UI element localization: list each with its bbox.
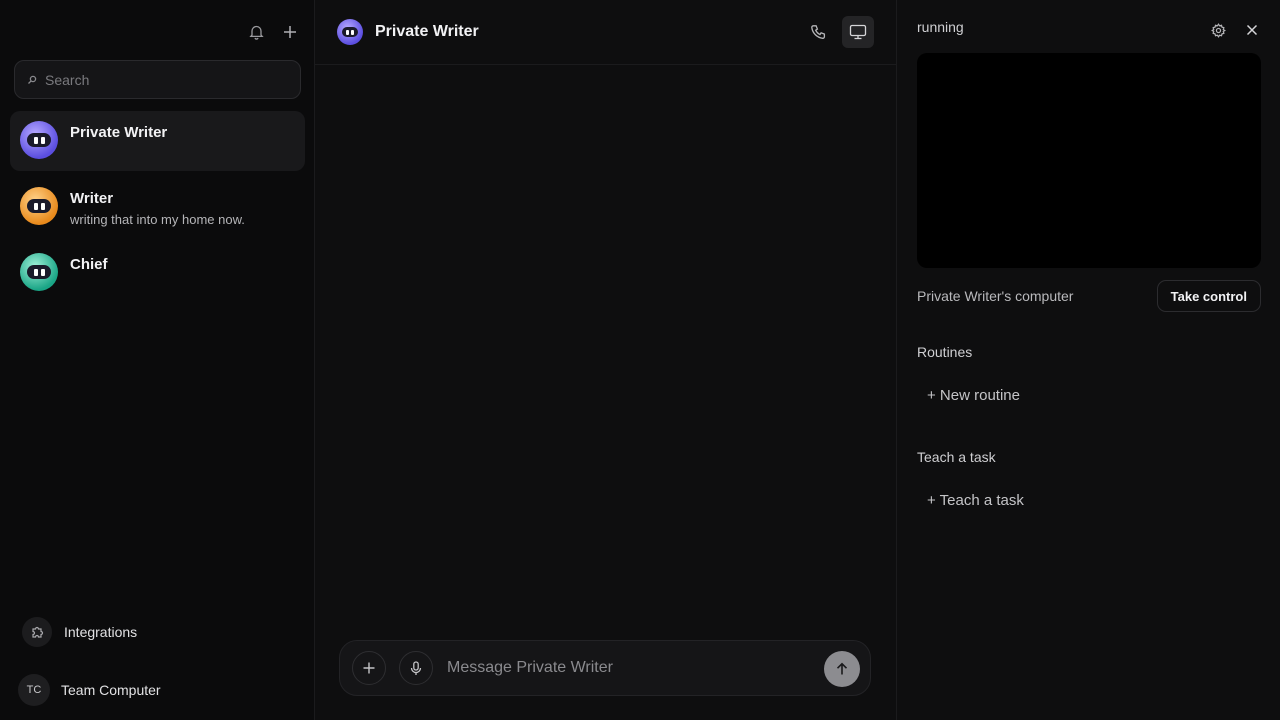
chat-item-chief[interactable]: Chief xyxy=(10,243,305,303)
chat-name: Chief xyxy=(70,256,108,273)
chat-item-writer[interactable]: Writer writing that into my home now. xyxy=(10,177,305,237)
chat-main: Private Writer xyxy=(315,0,897,720)
microphone-button[interactable] xyxy=(399,651,433,685)
call-button[interactable] xyxy=(802,16,834,48)
sidebar-toolbar xyxy=(246,20,300,44)
attach-button[interactable] xyxy=(352,651,386,685)
chat-name: Writer xyxy=(70,190,114,207)
new-routine-button[interactable]: + New routine xyxy=(927,387,1020,404)
status-text: running xyxy=(917,19,964,35)
close-icon[interactable] xyxy=(1242,18,1262,42)
chat-list: Private Writer Writer writing that into … xyxy=(10,111,305,309)
avatar xyxy=(337,19,363,45)
teach-task-button[interactable]: + Teach a task xyxy=(927,492,1024,509)
integrations-label: Integrations xyxy=(64,624,138,640)
new-chat-plus-icon[interactable] xyxy=(280,20,300,44)
send-button[interactable] xyxy=(824,651,860,687)
bell-icon[interactable] xyxy=(246,20,266,44)
chat-header: Private Writer xyxy=(315,0,896,65)
monitor-icon xyxy=(849,24,867,40)
plus-icon xyxy=(363,662,375,674)
phone-icon xyxy=(810,24,825,39)
page-title: Private Writer xyxy=(375,23,479,40)
team-label: Team Computer xyxy=(61,682,161,698)
app-window: Private Writer Writer writing that into … xyxy=(0,0,1280,720)
arrow-up-icon xyxy=(836,662,848,675)
microphone-icon xyxy=(410,660,422,675)
computer-panel: running Private Writer's computer Take c… xyxy=(897,0,1280,720)
message-input[interactable] xyxy=(447,659,807,677)
header-actions xyxy=(802,16,874,48)
team-account-button[interactable]: TC Team Computer xyxy=(18,674,161,706)
message-composer xyxy=(339,640,871,696)
search-box[interactable] xyxy=(14,60,301,99)
computer-label: Private Writer's computer xyxy=(917,288,1074,304)
sidebar: Private Writer Writer writing that into … xyxy=(0,0,315,720)
chat-preview: writing that into my home now. xyxy=(70,212,245,227)
puzzle-icon xyxy=(22,617,52,647)
panel-toolbar xyxy=(1208,18,1262,42)
chat-item-private-writer[interactable]: Private Writer xyxy=(10,111,305,171)
team-avatar: TC xyxy=(18,674,50,706)
search-input[interactable] xyxy=(45,71,285,88)
search-icon xyxy=(28,75,37,84)
integrations-button[interactable]: Integrations xyxy=(22,617,137,647)
computer-screen-preview[interactable] xyxy=(917,53,1261,268)
gear-icon[interactable] xyxy=(1208,18,1228,42)
take-control-button[interactable]: Take control xyxy=(1156,280,1261,312)
chat-name: Private Writer xyxy=(70,124,168,141)
routines-heading: Routines xyxy=(917,344,973,360)
computer-view-button[interactable] xyxy=(842,16,874,48)
avatar xyxy=(20,187,58,225)
avatar xyxy=(20,121,58,159)
teach-task-heading: Teach a task xyxy=(917,449,996,465)
avatar xyxy=(20,253,58,291)
